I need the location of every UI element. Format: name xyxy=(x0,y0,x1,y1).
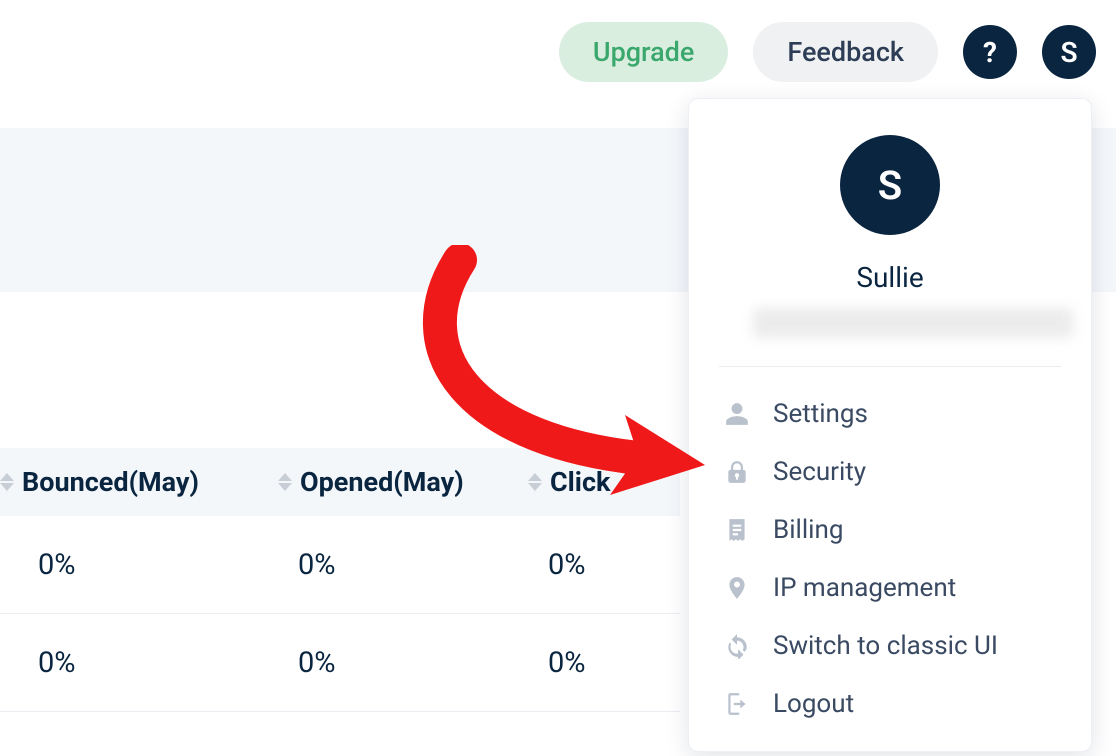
person-icon xyxy=(723,400,751,428)
menu-item-label: Settings xyxy=(773,399,868,429)
cell-bounced: 0% xyxy=(0,548,260,582)
menu-item-logout[interactable]: Logout xyxy=(689,675,1091,733)
user-menu-list: Settings Security Billing IP management … xyxy=(689,367,1091,733)
column-header-opened[interactable]: Opened(May) xyxy=(260,466,510,498)
user-email-blurred xyxy=(753,308,1073,338)
sort-icon xyxy=(278,473,292,491)
table-header-row: Bounced(May) Opened(May) Click xyxy=(0,448,680,516)
cell-click: 0% xyxy=(510,548,680,582)
menu-item-label: Logout xyxy=(773,689,854,719)
receipt-icon xyxy=(723,516,751,544)
user-menu-header: S Sullie xyxy=(719,99,1061,367)
menu-item-label: Security xyxy=(773,457,866,487)
sort-icon xyxy=(528,473,542,491)
menu-item-label: Billing xyxy=(773,515,843,545)
user-menu-dropdown: S Sullie Settings Security Billing xyxy=(688,98,1092,752)
logout-icon xyxy=(723,690,751,718)
refresh-icon xyxy=(723,632,751,660)
column-header-click[interactable]: Click xyxy=(510,466,680,498)
menu-item-security[interactable]: Security xyxy=(689,443,1091,501)
topbar: Upgrade Feedback ? S xyxy=(0,0,1116,104)
table-row: 0% 0% 0% xyxy=(0,516,680,614)
column-header-bounced[interactable]: Bounced(May) xyxy=(0,466,260,498)
pin-icon xyxy=(723,574,751,602)
stats-table: Bounced(May) Opened(May) Click 0% 0% 0% … xyxy=(0,448,680,712)
menu-item-billing[interactable]: Billing xyxy=(689,501,1091,559)
table-row: 0% 0% 0% xyxy=(0,614,680,712)
menu-item-label: Switch to classic UI xyxy=(773,631,998,661)
menu-item-label: IP management xyxy=(773,573,956,603)
cell-opened: 0% xyxy=(260,548,510,582)
feedback-button[interactable]: Feedback xyxy=(753,22,938,82)
sort-icon xyxy=(0,473,14,491)
avatar-button[interactable]: S xyxy=(1042,25,1096,79)
help-button[interactable]: ? xyxy=(963,25,1017,79)
cell-opened: 0% xyxy=(260,646,510,680)
column-label: Opened(May) xyxy=(300,466,464,498)
avatar: S xyxy=(840,135,940,235)
column-label: Bounced(May) xyxy=(22,466,199,498)
cell-bounced: 0% xyxy=(0,646,260,680)
menu-item-settings[interactable]: Settings xyxy=(689,385,1091,443)
menu-item-ip-management[interactable]: IP management xyxy=(689,559,1091,617)
menu-item-switch-ui[interactable]: Switch to classic UI xyxy=(689,617,1091,675)
upgrade-button[interactable]: Upgrade xyxy=(559,22,728,82)
lock-icon xyxy=(723,458,751,486)
user-name: Sullie xyxy=(753,261,1027,294)
column-label: Click xyxy=(550,466,610,498)
cell-click: 0% xyxy=(510,646,680,680)
